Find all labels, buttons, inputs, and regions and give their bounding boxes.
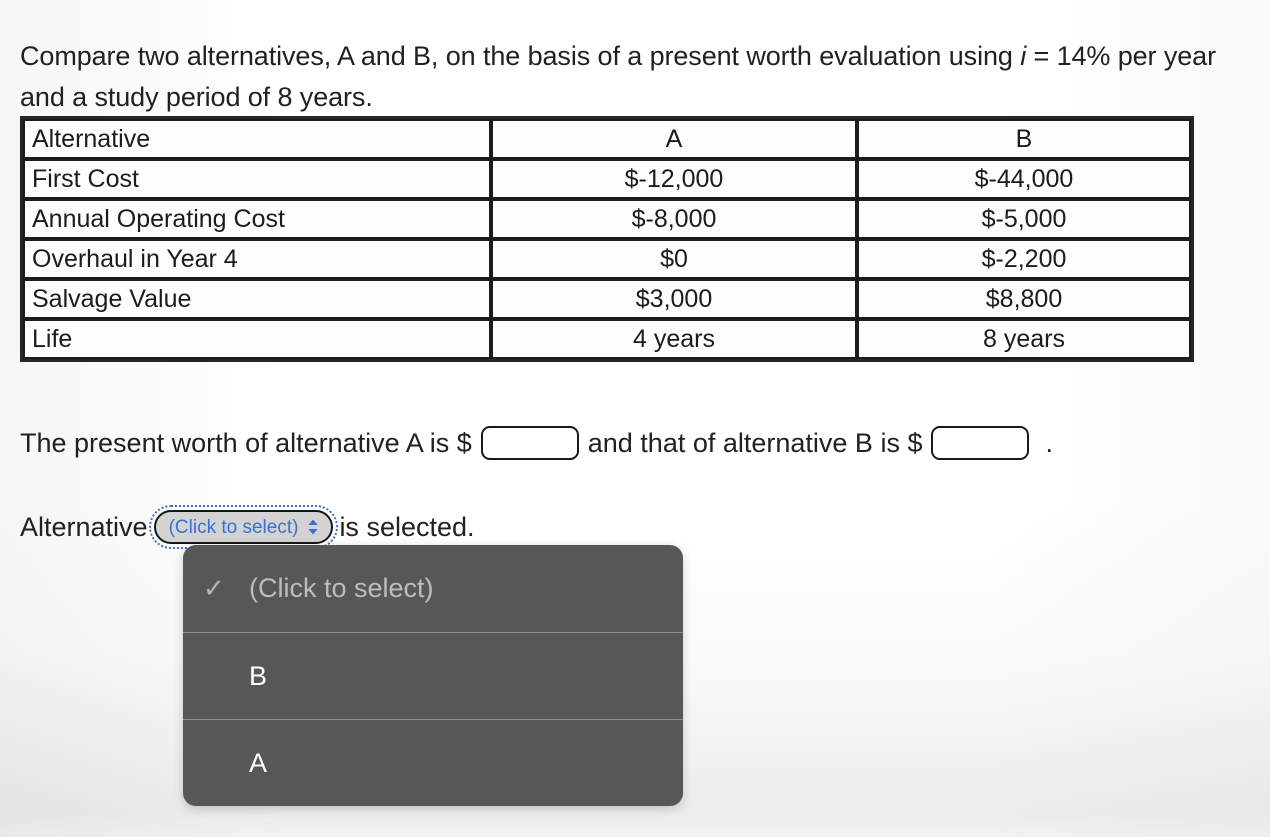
- check-icon: ✓: [203, 573, 225, 603]
- question-prompt: Compare two alternatives, A and B, on th…: [20, 36, 1225, 118]
- dropdown-option-label: B: [249, 660, 268, 691]
- table-header-b: B: [857, 119, 1191, 159]
- alternative-select-value: (Click to select): [168, 516, 299, 538]
- table-row: Salvage Value $3,000 $8,800: [23, 279, 1191, 319]
- alternative-select-focus-ring: (Click to select): [148, 505, 339, 549]
- alternative-select[interactable]: (Click to select): [153, 510, 334, 544]
- question-text-part1: Compare two alternatives, A and B, on th…: [20, 41, 1021, 71]
- cell-a-annual-operating-cost: $-8,000: [491, 199, 857, 239]
- answer-text-part2: and that of alternative B is $: [587, 428, 923, 458]
- cell-a-first-cost: $-12,000: [491, 159, 857, 199]
- alternatives-table-wrapper: Alternative A B First Cost $-12,000 $-44…: [20, 116, 1194, 362]
- dropdown-option-click-to-select[interactable]: ✓ (Click to select): [183, 545, 683, 632]
- select-prefix-label: Alternative: [20, 512, 148, 542]
- cell-a-salvage-value: $3,000: [491, 279, 857, 319]
- row-label-first-cost: First Cost: [23, 159, 491, 199]
- table-header-a: A: [491, 119, 857, 159]
- cell-b-salvage-value: $8,800: [857, 279, 1191, 319]
- row-label-overhaul-year-4: Overhaul in Year 4: [23, 239, 491, 279]
- select-suffix-label: is selected.: [339, 512, 475, 542]
- table-header-alternative: Alternative: [23, 119, 491, 159]
- present-worth-a-input[interactable]: [480, 426, 579, 460]
- chevron-up-down-icon: [306, 518, 320, 536]
- table-row: Life 4 years 8 years: [23, 319, 1191, 359]
- table-row: First Cost $-12,000 $-44,000: [23, 159, 1191, 199]
- dropdown-option-label: (Click to select): [249, 573, 434, 603]
- cell-b-annual-operating-cost: $-5,000: [857, 199, 1191, 239]
- answer-period: .: [1045, 428, 1053, 458]
- alternative-dropdown-menu: ✓ (Click to select) B A: [183, 545, 683, 806]
- table-row: Annual Operating Cost $-8,000 $-5,000: [23, 199, 1191, 239]
- dropdown-option-a[interactable]: A: [183, 719, 683, 806]
- answer-sentence: The present worth of alternative A is $ …: [20, 423, 1053, 463]
- row-label-salvage-value: Salvage Value: [23, 279, 491, 319]
- cell-b-overhaul-year-4: $-2,200: [857, 239, 1191, 279]
- dropdown-option-label: A: [249, 747, 268, 778]
- answer-text-part1: The present worth of alternative A is $: [20, 428, 472, 458]
- cell-a-life: 4 years: [491, 319, 857, 359]
- cell-b-first-cost: $-44,000: [857, 159, 1191, 199]
- table-row: Overhaul in Year 4 $0 $-2,200: [23, 239, 1191, 279]
- table-header-row: Alternative A B: [23, 119, 1191, 159]
- row-label-annual-operating-cost: Annual Operating Cost: [23, 199, 491, 239]
- cell-a-overhaul-year-4: $0: [491, 239, 857, 279]
- row-label-life: Life: [23, 319, 491, 359]
- present-worth-b-input[interactable]: [931, 426, 1030, 460]
- alternatives-table: Alternative A B First Cost $-12,000 $-44…: [20, 116, 1194, 362]
- alternative-select-sentence: Alternative (Click to select) is selecte…: [20, 505, 475, 549]
- dropdown-option-b[interactable]: B: [183, 632, 683, 719]
- cell-b-life: 8 years: [857, 319, 1191, 359]
